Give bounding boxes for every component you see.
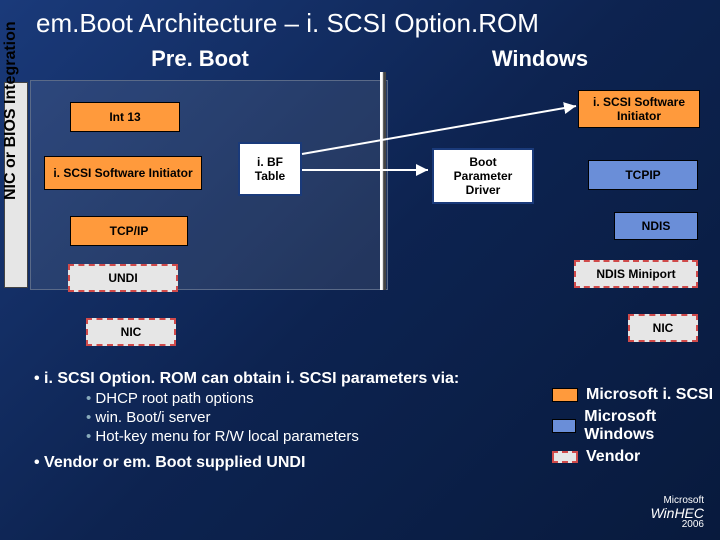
legend-vendor: Vendor: [552, 448, 720, 466]
swatch-orange: [552, 388, 578, 402]
windows-header: Windows: [370, 46, 710, 78]
vertical-label: NIC or BIOS Integration: [2, 21, 20, 200]
ndis-miniport-box: NDIS Miniport: [574, 260, 698, 288]
legend: Microsoft i. SCSI Microsoft Windows Vend…: [552, 386, 720, 470]
swatch-blue: [552, 419, 576, 433]
winhec-logo: Microsoft WinHEC 2006: [650, 496, 704, 530]
ndis-box: NDIS: [614, 212, 698, 240]
ibf-table-box: i. BF Table: [238, 142, 302, 196]
swatch-gray: [552, 451, 578, 463]
column-headers: Pre. Boot Windows: [30, 46, 710, 78]
preboot-nic-box: NIC: [86, 318, 176, 346]
preboot-tcpip-box: TCP/IP: [70, 216, 188, 246]
boot-param-driver-box: Boot Parameter Driver: [432, 148, 534, 204]
win-tcpip-box: TCPIP: [588, 160, 698, 190]
win-nic-box: NIC: [628, 314, 698, 342]
int13-box: Int 13: [70, 102, 180, 132]
preboot-initiator-box: i. SCSI Software Initiator: [44, 156, 202, 190]
win-initiator-box: i. SCSI Software Initiator: [578, 90, 700, 128]
phase-divider: [380, 72, 386, 290]
preboot-header: Pre. Boot: [30, 46, 370, 78]
slide-title: em.Boot Architecture – i. SCSI Option.RO…: [0, 0, 720, 43]
undi-box: UNDI: [68, 264, 178, 292]
legend-ms-windows: Microsoft Windows: [552, 408, 720, 444]
legend-ms-iscsi: Microsoft i. SCSI: [552, 386, 720, 404]
